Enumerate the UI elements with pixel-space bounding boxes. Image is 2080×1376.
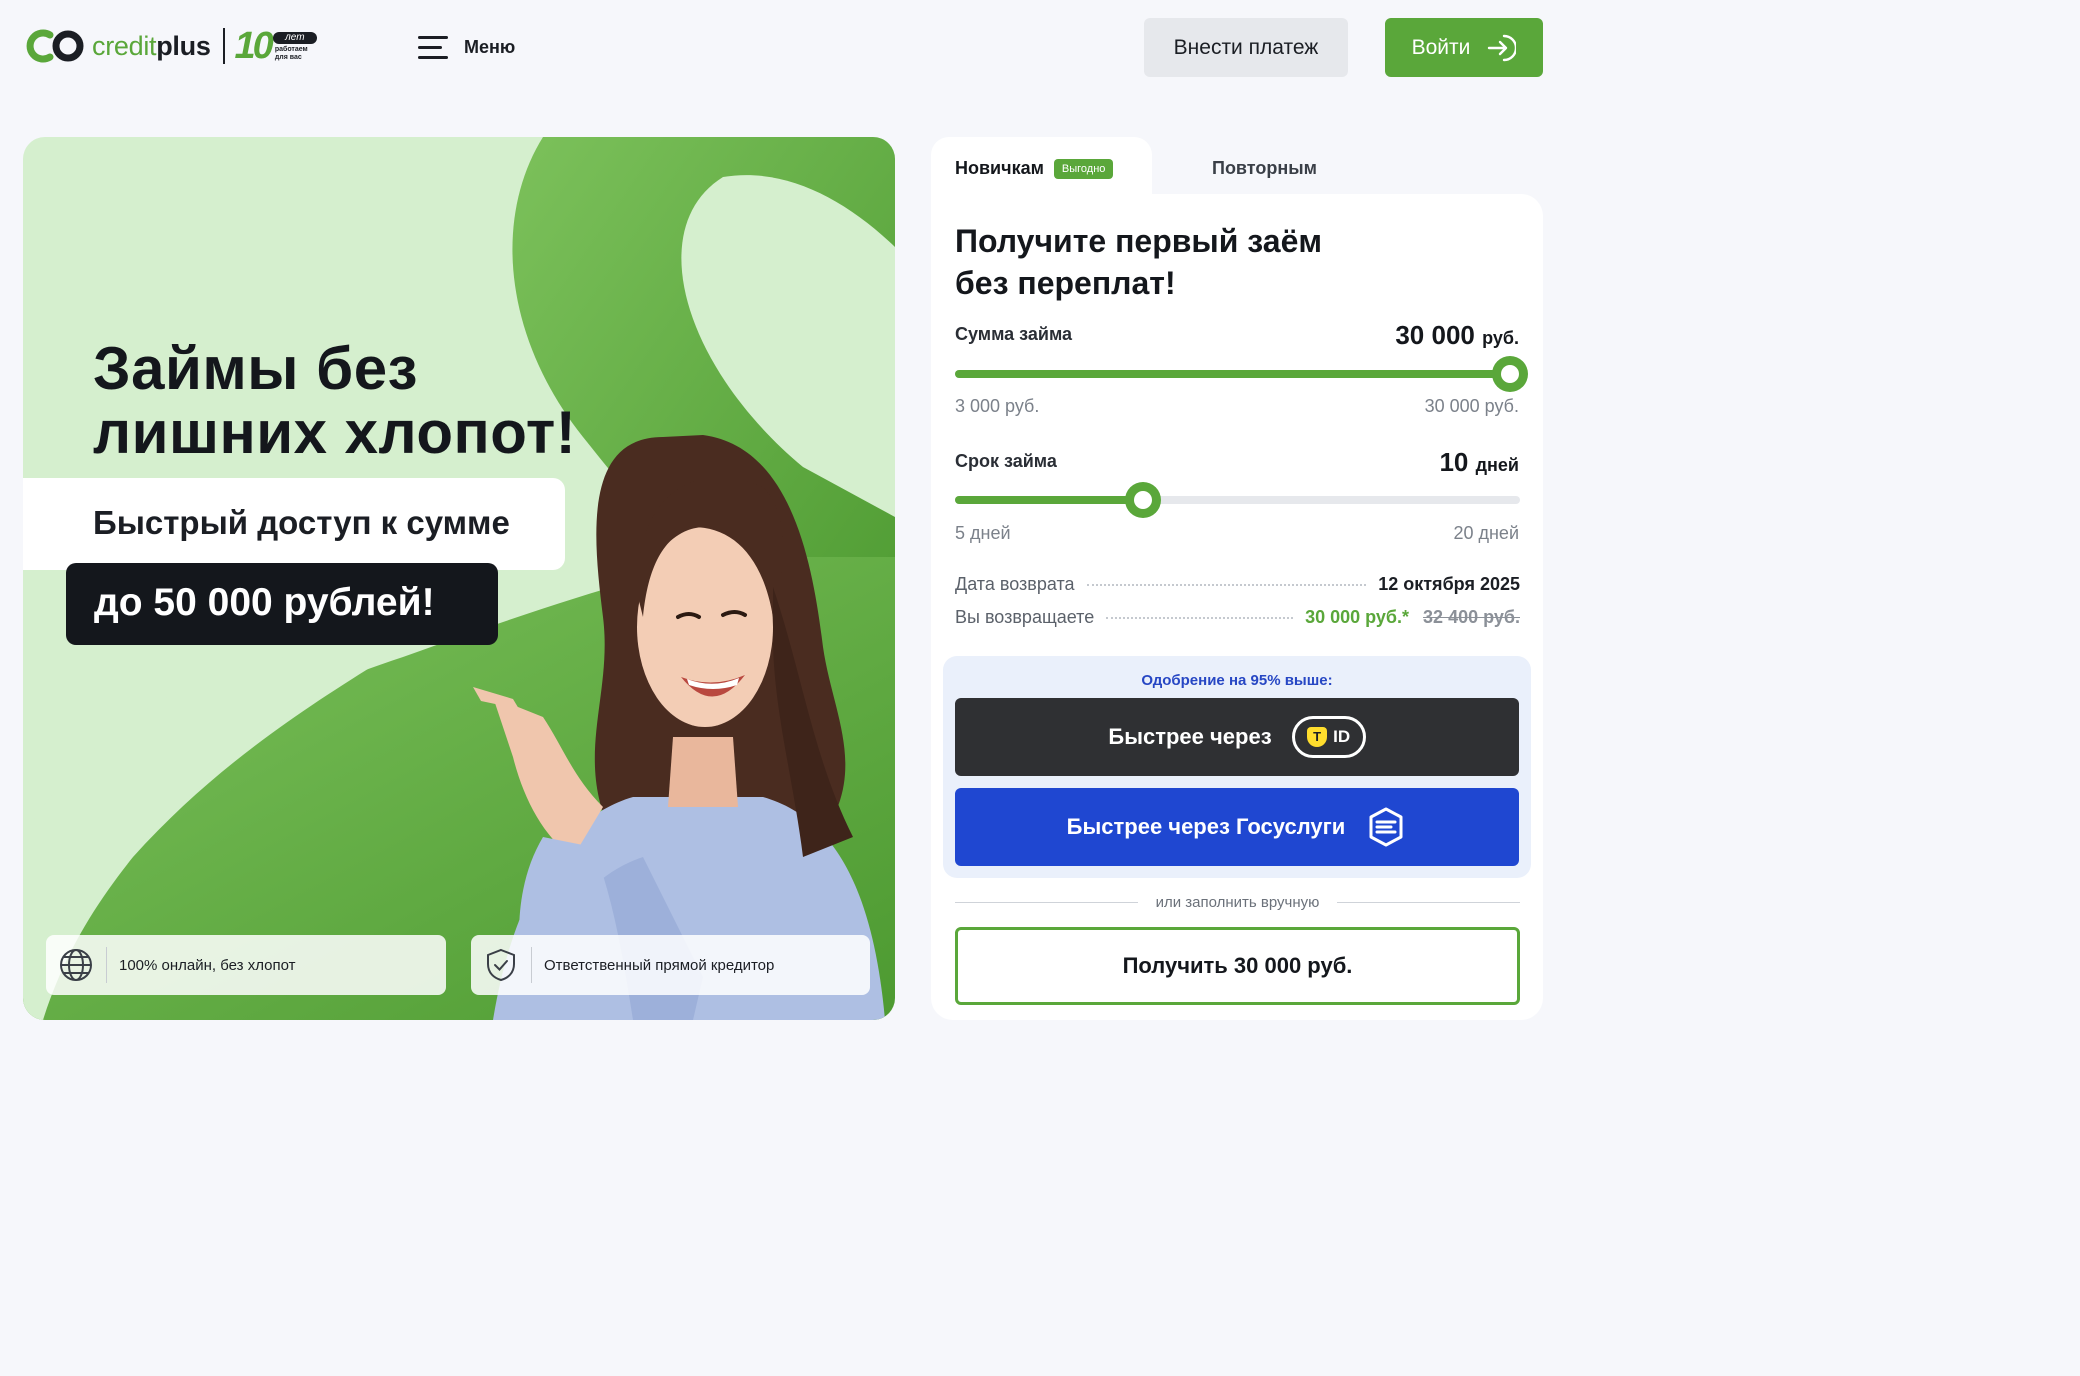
- return-date-label: Дата возврата: [955, 574, 1075, 594]
- amount-unit: руб.: [1482, 328, 1519, 348]
- approval-note: Одобрение на 95% выше:: [1141, 672, 1333, 689]
- login-arrow-icon: [1488, 34, 1517, 61]
- gosuslugi-logo-icon: [1369, 807, 1403, 847]
- return-date-value: 12 октября 2025: [1378, 574, 1520, 594]
- feature-direct-lender-text: Ответственный прямой кредитор: [544, 956, 775, 974]
- dotted-leader: [1086, 583, 1367, 586]
- repay-old-value: 32 400 руб.: [1423, 607, 1520, 627]
- get-loan-button[interactable]: Получить 30 000 руб.: [955, 927, 1520, 1005]
- calculator-title-line2: без переплат!: [955, 265, 1176, 301]
- logo-wordmark: creditplus: [92, 31, 211, 62]
- hero-title-line1: Займы без: [93, 335, 418, 402]
- logo-years: лет работаем для вас: [272, 29, 319, 63]
- globe-icon: [46, 935, 106, 995]
- term-max: 20 дней: [1453, 523, 1519, 543]
- amount-label: Сумма займа: [955, 324, 1073, 344]
- feature-online: 100% онлайн, без хлопот: [46, 935, 446, 995]
- calculator-title: Получите первый заём без переплат!: [955, 220, 1322, 304]
- calculator-title-line1: Получите первый заём: [955, 223, 1323, 259]
- tid-logo-text: ID: [1333, 727, 1351, 746]
- hero-banner: Займы без лишних хлопот! Быстрый доступ …: [23, 137, 895, 1020]
- feature-divider: [106, 947, 107, 983]
- logo-years-pill: лет: [272, 32, 317, 44]
- or-text: или заполнить вручную: [1155, 894, 1320, 911]
- amount-min: 3 000 руб.: [955, 396, 1040, 416]
- term-slider[interactable]: [955, 482, 1520, 518]
- term-unit: дней: [1475, 455, 1519, 475]
- amount-value: 30 000 руб.: [1395, 320, 1519, 351]
- hamburger-icon: [418, 34, 450, 60]
- logo-ten: 10: [234, 24, 274, 67]
- tab-newcomers-label: Новичкам: [955, 158, 1044, 178]
- or-divider: или заполнить вручную: [955, 894, 1521, 911]
- make-payment-button[interactable]: Внести платеж: [1144, 18, 1348, 77]
- loan-calculator: Получите первый заём без переплат! Сумма…: [931, 194, 1543, 1020]
- hero-amount: до 50 000 рублей!: [66, 563, 498, 645]
- return-date-row: Дата возврата 12 октября 2025: [955, 574, 1520, 595]
- logo-plus: plus: [156, 30, 211, 61]
- tid-logo-icon: Т ID: [1291, 716, 1366, 758]
- tid-signup-button[interactable]: Быстрее через Т ID: [955, 698, 1519, 776]
- feature-divider: [531, 947, 532, 983]
- term-min: 5 дней: [955, 523, 1011, 543]
- repay-row: Вы возвращаете 30 000 руб.* 32 400 руб.: [955, 607, 1520, 628]
- logo-tagline: работаем для вас: [275, 46, 308, 62]
- feature-direct-lender: Ответственный прямой кредитор: [471, 935, 870, 995]
- fast-signup-panel: Одобрение на 95% выше: Быстрее через Т I…: [943, 656, 1531, 878]
- login-label: Войти: [1411, 35, 1471, 59]
- menu-label: Меню: [464, 36, 516, 57]
- menu-button[interactable]: Меню: [418, 34, 515, 60]
- logo-divider: [222, 28, 225, 64]
- amount-slider-thumb[interactable]: [1492, 356, 1528, 392]
- tab-newcomers[interactable]: Новичкам Выгодно: [955, 158, 1114, 179]
- term-value: 10 дней: [1439, 447, 1519, 478]
- logo-tagline-2: для вас: [274, 54, 302, 61]
- logo[interactable]: creditplus 10 лет работаем для вас: [26, 24, 319, 67]
- login-button[interactable]: Войти: [1385, 18, 1543, 77]
- shield-check-icon: [471, 935, 531, 995]
- tid-logo-letter: Т: [1307, 727, 1328, 747]
- amount-max: 30 000 руб.: [1424, 396, 1519, 416]
- tab-newcomers-badge: Выгодно: [1053, 158, 1114, 179]
- repay-label: Вы возвращаете: [955, 607, 1095, 627]
- logo-mark-icon: [26, 26, 88, 66]
- gosuslugi-button-label: Быстрее через Госуслуги: [1066, 814, 1346, 839]
- term-number: 10: [1439, 447, 1469, 477]
- dotted-leader: [1106, 616, 1294, 619]
- logo-tagline-1: работаем: [274, 46, 308, 53]
- term-label: Срок займа: [955, 451, 1057, 471]
- amount-slider-fill: [955, 370, 1520, 378]
- smiling-woman-photo: [473, 435, 885, 1020]
- amount-slider[interactable]: [955, 356, 1528, 392]
- term-slider-fill: [955, 496, 1144, 504]
- term-slider-thumb[interactable]: [1125, 482, 1162, 518]
- gosuslugi-signup-button[interactable]: Быстрее через Госуслуги: [955, 788, 1519, 866]
- tid-button-label: Быстрее через: [1108, 724, 1272, 749]
- tab-returning[interactable]: Повторным: [1212, 158, 1317, 179]
- repay-value: 30 000 руб.*: [1305, 607, 1410, 627]
- feature-online-text: 100% онлайн, без хлопот: [119, 956, 296, 974]
- logo-credit: credit: [92, 30, 157, 61]
- amount-number: 30 000: [1395, 320, 1475, 350]
